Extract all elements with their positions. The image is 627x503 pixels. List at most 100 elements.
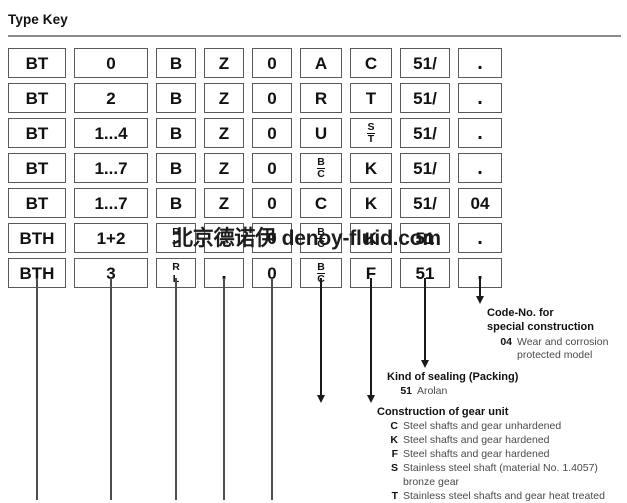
type-key-cell: K — [350, 153, 392, 183]
type-key-cell: R — [300, 83, 342, 113]
annotation-entry-text: Stainless steel shafts and gear heat tre… — [403, 489, 605, 502]
type-key-cell: Z — [204, 153, 244, 183]
type-key-cell: 1...7 — [74, 153, 148, 183]
leader-line-arrow — [315, 278, 327, 403]
type-key-cell: ST — [350, 118, 392, 148]
annotation-gear-unit-entries: C Steel shafts and gear unhardened K Steel … — [377, 420, 627, 503]
type-key-row: BTH 1+2 R L. 0 B C K 51. — [8, 223, 502, 258]
annotation-entry-text: Arolan — [417, 384, 448, 397]
stacked-option-bottom: C — [317, 168, 325, 180]
type-key-cell: BC — [300, 153, 342, 183]
annotation-entry-text: Steel shafts and gear unhardened — [403, 419, 562, 432]
type-key-cell: . — [458, 153, 502, 183]
type-key-cell: RL — [156, 223, 196, 253]
type-key-diagram: Type Key BT 0 B Z 0 A C 51/. BT 2 B Z 0 R T 51/. BT 1...4… — [0, 0, 627, 503]
type-key-cell: BT — [8, 188, 66, 218]
annotation-sealing: Kind of sealing (Packing) 51 Arolan — [387, 371, 627, 399]
leader-line-arrow — [365, 278, 377, 403]
leader-line — [110, 278, 112, 500]
annotation-entry-text: Stainless steel shaft (material No. 1.40… — [403, 462, 627, 490]
type-key-cell: C — [300, 188, 342, 218]
annotation-entry-code: 51 — [400, 384, 412, 397]
stacked-option-top: B — [317, 155, 325, 169]
type-key-row: BT 1...4 B Z 0 U S T 51/. — [8, 118, 502, 153]
leader-line — [223, 278, 225, 500]
annotation-entry-code: K — [390, 433, 398, 446]
type-key-cell: B — [156, 83, 196, 113]
type-key-cell: 51/ — [400, 153, 450, 183]
stacked-option-bottom: C — [317, 238, 325, 250]
type-key-cell: 04 — [458, 188, 502, 218]
annotation-entry: S Stainless steel shaft (material No. 1.4… — [387, 462, 627, 490]
type-key-row: BT 0 B Z 0 A C 51/. — [8, 48, 502, 83]
type-key-cell: BT — [8, 48, 66, 78]
annotation-gear-unit: Construction of gear unit C Steel shafts … — [377, 406, 627, 503]
stacked-option-cell: RL — [172, 225, 180, 250]
type-key-cell: 1...7 — [74, 188, 148, 218]
type-key-cell: B — [156, 48, 196, 78]
stacked-option-cell: BC — [317, 226, 325, 250]
annotation-entry: 04 Wear and corrosion protected model — [497, 336, 627, 364]
stacked-option-bottom: T — [367, 133, 375, 145]
stacked-option-top: R — [172, 225, 180, 238]
type-key-cell: 1...4 — [74, 118, 148, 148]
type-key-row: BT 1...7 B Z 0 B C K 51/. — [8, 153, 502, 188]
annotation-entry-text: Steel shafts and gear hardened — [403, 447, 550, 460]
annotation-entry-code: T — [391, 489, 398, 502]
type-key-cell: 0 — [74, 48, 148, 78]
type-key-cell: 2 — [74, 83, 148, 113]
type-key-cell: B — [156, 153, 196, 183]
type-key-cell: . — [458, 48, 502, 78]
type-key-cell: BTH — [8, 223, 66, 253]
leader-line-arrow — [419, 278, 431, 368]
annotation-entry: F Steel shafts and gear hardened — [387, 448, 627, 462]
type-key-cell: Z — [204, 188, 244, 218]
type-key-cell: 0 — [252, 223, 292, 253]
type-key-cell: C — [350, 48, 392, 78]
type-key-cell: BT — [8, 153, 66, 183]
type-key-row: BTH3RL.0BCF51. — [8, 258, 502, 293]
type-key-cell: T — [350, 83, 392, 113]
type-key-cell: BT — [8, 83, 66, 113]
type-key-cell: . — [458, 83, 502, 113]
type-key-table: BT 0 B Z 0 A C 51/. BT 2 B Z 0 R T 51/. BT 1...4 B Z 0 U S T 51/… — [8, 48, 502, 293]
type-key-cell: 51/ — [400, 118, 450, 148]
annotation-gear-unit-title: Construction of gear unit — [377, 406, 509, 418]
annotation-code-no: Code-No. for special construction 04 Wea… — [487, 307, 627, 363]
stacked-option-top: B — [317, 260, 325, 274]
leader-line — [175, 278, 177, 500]
type-key-cell: 0 — [252, 118, 292, 148]
leader-line — [36, 278, 38, 500]
type-key-cell: 0 — [252, 153, 292, 183]
stacked-option-cell: BC — [317, 155, 325, 180]
type-key-row: BT 1...7 B Z 0 C K 51/04 — [8, 188, 502, 223]
annotation-entry-code: C — [390, 419, 398, 432]
type-key-cell: . — [204, 223, 244, 253]
annotation-entry: T Stainless steel shafts and gear heat tr… — [387, 490, 627, 503]
type-key-cell: B — [156, 118, 196, 148]
annotation-entry-text-cont: bronze gear — [403, 475, 460, 488]
annotation-entry-code: S — [390, 461, 398, 474]
type-key-cell: Z — [204, 48, 244, 78]
type-key-cell: B — [156, 188, 196, 218]
type-key-cell: K — [350, 188, 392, 218]
type-key-cell: A — [300, 48, 342, 78]
type-key-cell: 0 — [252, 83, 292, 113]
type-key-cell: 1+2 — [74, 223, 148, 253]
annotation-entry-code: 04 — [500, 335, 512, 348]
annotation-entry: K Steel shafts and gear hardened — [387, 434, 627, 448]
type-key-cell: Z — [204, 83, 244, 113]
annotation-entry-text: Steel shafts and gear hardened — [403, 433, 550, 446]
stacked-option-cell: ST — [367, 121, 375, 145]
annotation-code-no-title: Code-No. for special construction — [487, 307, 594, 333]
annotation-entry-text: Wear and corrosion protected model — [517, 335, 609, 362]
type-key-cell: 51/ — [400, 83, 450, 113]
title-divider — [8, 35, 621, 37]
annotation-entry: 51 Arolan — [397, 385, 627, 399]
annotation-entry-code: F — [391, 447, 398, 460]
type-key-cell: 0 — [252, 188, 292, 218]
type-key-cell: K — [350, 223, 392, 253]
stacked-option-bottom: L — [172, 238, 180, 250]
type-key-cell: U — [300, 118, 342, 148]
page-title: Type Key — [8, 12, 68, 27]
